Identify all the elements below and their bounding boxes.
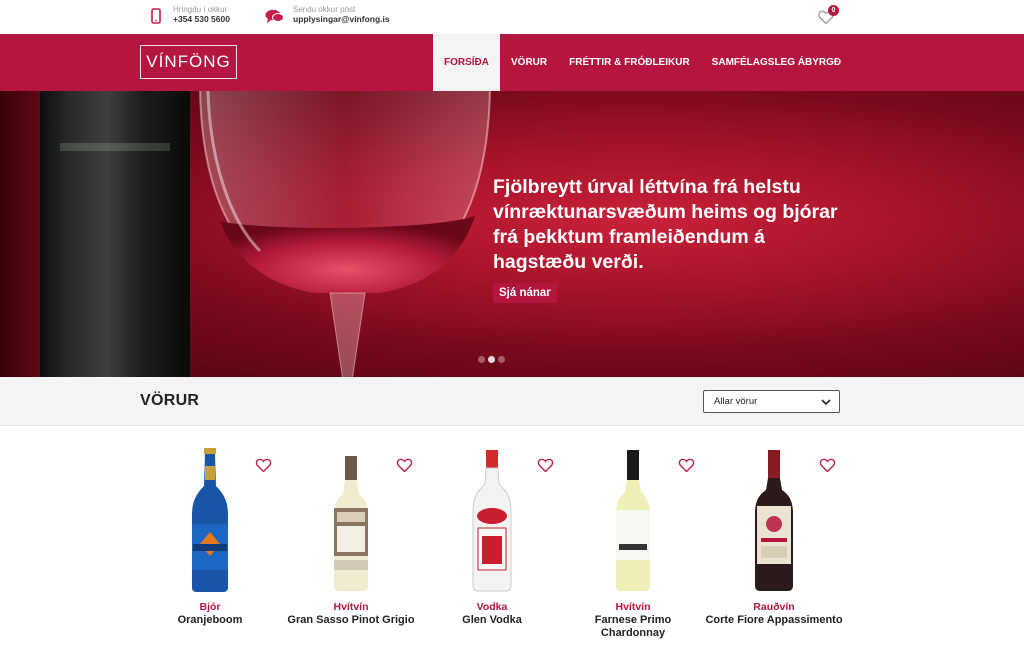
chat-icon bbox=[264, 5, 284, 27]
slider-dots bbox=[478, 356, 505, 363]
phone-number[interactable]: +354 530 5600 bbox=[173, 14, 230, 25]
top-contact-bar: Hringdu í okkur +354 530 5600 Sendu okku… bbox=[0, 0, 1024, 34]
main-navbar: VÍNFÖNG FORSÍÐA VÖRUR FRÉTTIR & FRÓÐLEIK… bbox=[0, 34, 1024, 91]
product-image bbox=[755, 450, 793, 591]
hero-bottle-image bbox=[40, 91, 190, 377]
email-address[interactable]: upplysingar@vinfong.is bbox=[293, 14, 390, 25]
heart-icon[interactable] bbox=[678, 458, 695, 473]
product-image bbox=[334, 456, 368, 591]
product-category: Rauðvín bbox=[753, 601, 795, 613]
product-name[interactable]: Gran Sasso Pinot Grigio bbox=[281, 614, 421, 627]
chevron-down-icon bbox=[821, 399, 831, 406]
nav-item-frettir[interactable]: FRÉTTIR & FRÓÐLEIKUR bbox=[558, 34, 701, 91]
product-category: Hvítvín bbox=[615, 601, 651, 613]
product-name[interactable]: Corte Fiore Appassimento bbox=[704, 614, 844, 627]
wishlist-button[interactable]: 0 bbox=[817, 5, 843, 28]
product-card[interactable]: Bjór Oranjeboom bbox=[140, 440, 280, 660]
phone-contact[interactable]: Hringdu í okkur +354 530 5600 bbox=[148, 5, 230, 27]
product-image bbox=[192, 448, 228, 592]
nav-item-forsida[interactable]: FORSÍÐA bbox=[433, 34, 500, 91]
product-category: Hvítvín bbox=[333, 601, 369, 613]
hero-edge bbox=[0, 91, 40, 377]
nav-item-vorur[interactable]: VÖRUR bbox=[500, 34, 558, 91]
product-name[interactable]: Glen Vodka bbox=[422, 614, 562, 627]
nav-item-samfelagsleg-abyrgd[interactable]: SAMFÉLAGSLEG ÁBYRGÐ bbox=[701, 34, 852, 91]
hero-headline: Fjölbreytt úrval léttvína frá helstu vín… bbox=[493, 176, 838, 273]
slider-dot-1[interactable] bbox=[478, 356, 485, 363]
slider-dot-2[interactable] bbox=[488, 356, 495, 363]
hero-slider: Fjölbreytt úrval léttvína frá helstu vín… bbox=[0, 91, 1024, 377]
wishlist-count-badge: 0 bbox=[828, 5, 839, 16]
products-title: VÖRUR bbox=[140, 392, 200, 409]
product-category: Vodka bbox=[476, 601, 508, 613]
hero-wine-glass-image bbox=[199, 91, 491, 377]
product-name[interactable]: Oranjeboom bbox=[140, 614, 280, 627]
email-label: Sendu okkur póst bbox=[293, 5, 356, 14]
hero-bottle-highlight bbox=[60, 143, 170, 151]
products-header: VÖRUR Allar vörur bbox=[0, 377, 1024, 426]
product-card[interactable]: Hvítvín Gran Sasso Pinot Grigio bbox=[281, 440, 421, 660]
product-category: Bjór bbox=[199, 601, 221, 613]
heart-icon[interactable] bbox=[819, 458, 836, 473]
product-filter-select[interactable]: Allar vörur bbox=[703, 390, 840, 413]
hero-cta-button[interactable]: Sjá nánar bbox=[493, 283, 557, 303]
main-nav: FORSÍÐA VÖRUR FRÉTTIR & FRÓÐLEIKUR SAMFÉ… bbox=[433, 34, 852, 91]
phone-label: Hringdu í okkur bbox=[173, 5, 228, 14]
email-contact[interactable]: Sendu okkur póst upplysingar@vinfong.is bbox=[264, 5, 390, 27]
heart-icon[interactable] bbox=[537, 458, 554, 473]
product-card[interactable]: Rauðvín Corte Fiore Appassimento bbox=[704, 440, 844, 660]
phone-icon bbox=[148, 5, 164, 27]
product-image bbox=[616, 450, 650, 591]
product-card[interactable]: Vodka Glen Vodka bbox=[422, 440, 562, 660]
slider-dot-3[interactable] bbox=[498, 356, 505, 363]
heart-icon[interactable] bbox=[255, 458, 272, 473]
product-card[interactable]: Hvítvín Farnese Primo Chardonnay bbox=[563, 440, 703, 660]
product-image bbox=[472, 450, 512, 592]
product-filter-value: Allar vörur bbox=[714, 396, 758, 407]
product-name[interactable]: Farnese Primo Chardonnay bbox=[563, 614, 703, 640]
site-logo[interactable]: VÍNFÖNG bbox=[140, 45, 237, 79]
heart-icon[interactable] bbox=[396, 458, 413, 473]
